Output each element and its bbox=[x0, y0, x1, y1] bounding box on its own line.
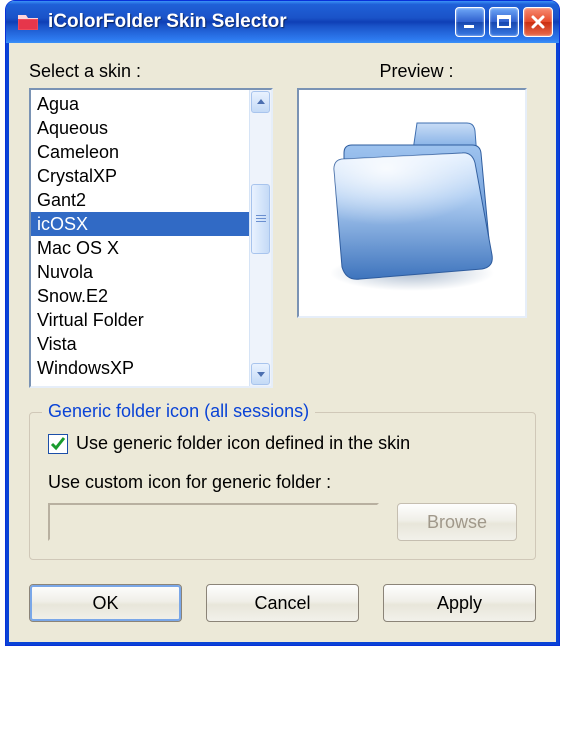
skin-selector-window: iColorFolder Skin Selector Select a skin… bbox=[5, 0, 560, 646]
list-item[interactable]: Virtual Folder bbox=[31, 308, 249, 332]
listbox-scrollbar[interactable] bbox=[249, 90, 271, 386]
minimize-button[interactable] bbox=[455, 7, 485, 37]
select-skin-label: Select a skin : bbox=[29, 61, 273, 82]
list-item[interactable]: CrystalXP bbox=[31, 164, 249, 188]
groupbox-legend: Generic folder icon (all sessions) bbox=[42, 401, 315, 422]
custom-icon-label: Use custom icon for generic folder : bbox=[48, 472, 517, 493]
app-folder-icon bbox=[16, 10, 40, 34]
list-item[interactable]: Mac OS X bbox=[31, 236, 249, 260]
scroll-down-button[interactable] bbox=[251, 363, 270, 385]
skin-listbox[interactable]: AguaAqueousCameleonCrystalXPGant2icOSXMa… bbox=[29, 88, 273, 388]
client-area: Select a skin : AguaAqueousCameleonCryst… bbox=[6, 43, 559, 645]
list-item[interactable]: Vista bbox=[31, 332, 249, 356]
checkmark-icon bbox=[50, 436, 66, 452]
use-generic-checkbox[interactable] bbox=[48, 434, 68, 454]
list-item[interactable]: Agua bbox=[31, 92, 249, 116]
list-item[interactable]: Aqueous bbox=[31, 116, 249, 140]
list-item[interactable]: Snow.E2 bbox=[31, 284, 249, 308]
preview-box bbox=[297, 88, 527, 318]
preview-label: Preview : bbox=[297, 61, 536, 82]
generic-icon-groupbox: Generic folder icon (all sessions) Use g… bbox=[29, 412, 536, 560]
titlebar[interactable]: iColorFolder Skin Selector bbox=[6, 1, 559, 43]
custom-icon-path-input[interactable] bbox=[48, 503, 379, 541]
folder-preview-icon bbox=[312, 101, 512, 306]
maximize-button[interactable] bbox=[489, 7, 519, 37]
window-title: iColorFolder Skin Selector bbox=[48, 11, 287, 33]
scroll-track[interactable] bbox=[251, 114, 270, 362]
list-item[interactable]: Nuvola bbox=[31, 260, 249, 284]
use-generic-label[interactable]: Use generic folder icon defined in the s… bbox=[76, 433, 410, 454]
apply-button[interactable]: Apply bbox=[383, 584, 536, 622]
cancel-button[interactable]: Cancel bbox=[206, 584, 359, 622]
list-item[interactable]: icOSX bbox=[31, 212, 249, 236]
scroll-thumb[interactable] bbox=[251, 184, 270, 254]
ok-button[interactable]: OK bbox=[29, 584, 182, 622]
list-item[interactable]: WindowsXP bbox=[31, 356, 249, 380]
browse-button[interactable]: Browse bbox=[397, 503, 517, 541]
scroll-up-button[interactable] bbox=[251, 91, 270, 113]
list-item[interactable]: Gant2 bbox=[31, 188, 249, 212]
close-button[interactable] bbox=[523, 7, 553, 37]
list-item[interactable]: Cameleon bbox=[31, 140, 249, 164]
